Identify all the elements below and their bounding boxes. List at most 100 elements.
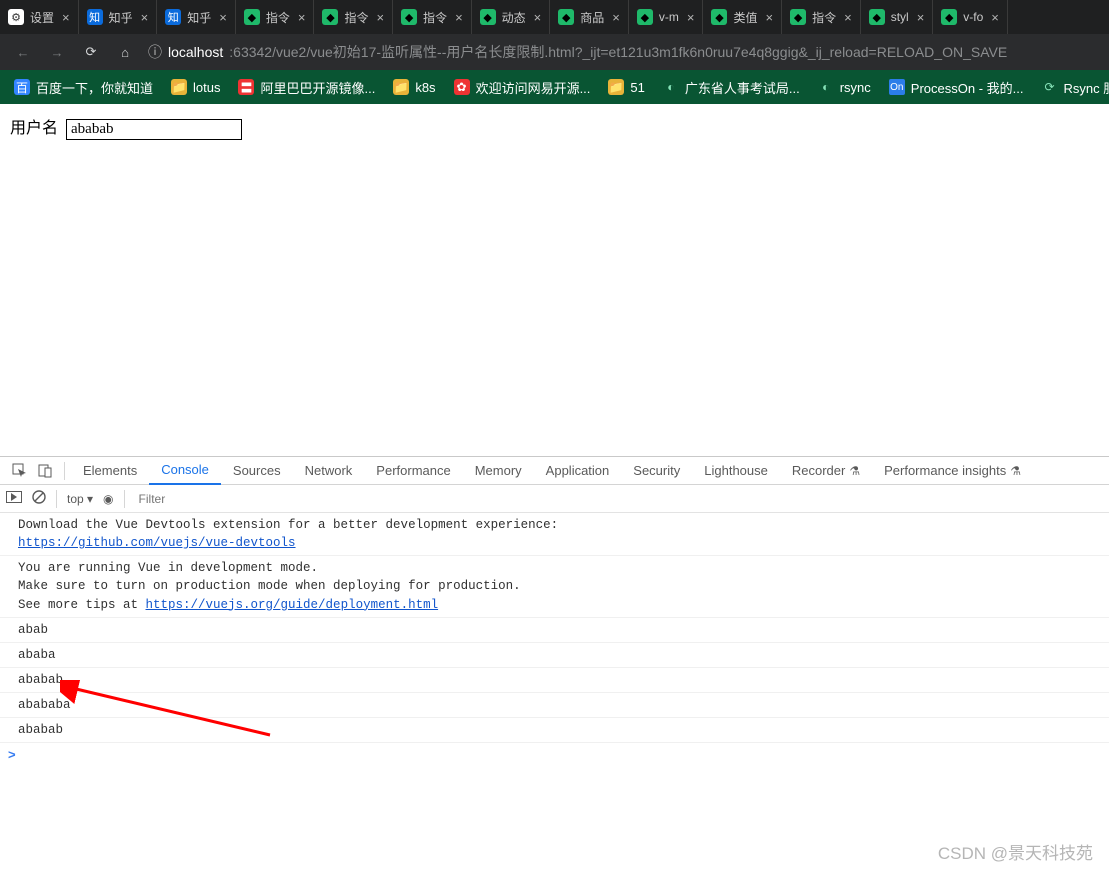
devtools-tab-application[interactable]: Application [534, 457, 622, 485]
tab-favicon: ◆ [711, 9, 727, 25]
tab-favicon: ◆ [322, 9, 338, 25]
devtools-tab-security[interactable]: Security [621, 457, 692, 485]
bookmark-icon: ⟳ [1041, 79, 1057, 95]
tab-title: 指令 [266, 9, 290, 26]
browser-tab[interactable]: ◆v-fo× [933, 0, 1008, 34]
close-icon[interactable]: × [991, 10, 999, 25]
home-button[interactable]: ⌂ [114, 45, 136, 60]
browser-tab[interactable]: ◆指令× [782, 0, 861, 34]
bookmark-icon: 百 [14, 79, 30, 95]
bookmark-item[interactable]: 百百度一下，你就知道 [14, 78, 153, 97]
close-icon[interactable]: × [455, 10, 463, 25]
bookmark-item[interactable]: ◐广东省人事考试局... [663, 78, 800, 97]
bookmarks-bar: 百百度一下，你就知道📁lotus〓阿里巴巴开源镜像...📁k8s✿欢迎访问网易开… [0, 70, 1109, 104]
tab-title: v-fo [963, 10, 983, 24]
bookmark-item[interactable]: ✿欢迎访问网易开源... [454, 78, 591, 97]
page-content: 用户名 [0, 104, 1109, 456]
console-log-line: abababa [0, 693, 1109, 718]
browser-tab[interactable]: ◆动态× [472, 0, 551, 34]
console-filter-input[interactable] [135, 490, 335, 508]
bookmark-item[interactable]: ◐ rsync [818, 79, 871, 95]
bookmark-label: 51 [630, 80, 644, 95]
devtools-tab-sources[interactable]: Sources [221, 457, 293, 485]
devtools-tab-performance[interactable]: Performance [364, 457, 462, 485]
bookmark-label: 百度一下，你就知道 [36, 78, 153, 97]
bookmark-label: k8s [415, 80, 435, 95]
toggle-sidebar-icon[interactable] [6, 491, 22, 506]
close-icon[interactable]: × [376, 10, 384, 25]
devtools-tab-memory[interactable]: Memory [463, 457, 534, 485]
bookmark-icon: 📁 [393, 79, 409, 95]
close-icon[interactable]: × [765, 10, 773, 25]
devtools-tab-network[interactable]: Network [293, 457, 365, 485]
tab-title: 动态 [502, 9, 526, 26]
username-input[interactable] [66, 119, 242, 140]
browser-tab[interactable]: ◆商品× [550, 0, 629, 34]
browser-tab[interactable]: ◆指令× [393, 0, 472, 34]
bookmark-label: 广东省人事考试局... [685, 78, 800, 97]
close-icon[interactable]: × [534, 10, 542, 25]
devtools-tab-console[interactable]: Console [149, 457, 221, 485]
browser-tab[interactable]: ⚙设置× [0, 0, 79, 34]
devtools-tab-elements[interactable]: Elements [71, 457, 149, 485]
close-icon[interactable]: × [62, 10, 70, 25]
tab-favicon: ◆ [244, 9, 260, 25]
eye-icon[interactable]: ◉ [103, 492, 113, 506]
bookmark-icon: ✿ [454, 79, 470, 95]
bookmark-label: lotus [193, 80, 220, 95]
separator [56, 490, 57, 508]
device-toggle-icon[interactable] [32, 463, 58, 478]
devtools-tab-lighthouse[interactable]: Lighthouse [692, 457, 780, 485]
back-button[interactable]: ← [12, 45, 34, 60]
close-icon[interactable]: × [687, 10, 695, 25]
separator [64, 462, 65, 480]
tab-favicon: ◆ [558, 9, 574, 25]
forward-button[interactable]: → [46, 45, 68, 60]
tab-favicon: 知 [87, 9, 103, 25]
close-icon[interactable]: × [917, 10, 925, 25]
reload-button[interactable]: ⟳ [80, 44, 102, 60]
tab-title: 知乎 [109, 9, 133, 26]
bookmark-icon: 📁 [608, 79, 624, 95]
tab-title: 指令 [344, 9, 368, 26]
tab-title: 知乎 [187, 9, 211, 26]
context-selector[interactable]: top ▾ [67, 492, 93, 506]
browser-tab[interactable]: ◆ 指令 × [236, 0, 315, 34]
bookmark-item[interactable]: 📁 k8s [393, 79, 435, 95]
close-icon[interactable]: × [298, 10, 306, 25]
clear-console-icon[interactable] [32, 490, 46, 507]
browser-tab[interactable]: 知知乎× [157, 0, 236, 34]
devtools-tab-recorder[interactable]: Recorder ⚗ [780, 457, 872, 485]
devtools-tab-performance-insights[interactable]: Performance insights ⚗ [872, 457, 1033, 485]
bookmark-item[interactable]: OnProcessOn - 我的... [889, 78, 1024, 97]
inspect-element-icon[interactable] [6, 463, 32, 478]
console-prompt[interactable]: > [0, 743, 1109, 766]
bookmark-label: rsync [840, 80, 871, 95]
site-info-icon[interactable]: ⓘ [148, 42, 162, 62]
console-log-line: ababa [0, 643, 1109, 668]
close-icon[interactable]: × [141, 10, 149, 25]
bookmark-item[interactable]: 📁 51 [608, 79, 644, 95]
browser-tab[interactable]: ◆ 指令 × [314, 0, 393, 34]
bookmark-icon: ◐ [818, 79, 834, 95]
devtools-tab-bar: ElementsConsoleSourcesNetworkPerformance… [0, 457, 1109, 485]
bookmark-item[interactable]: 📁lotus [171, 79, 220, 95]
bookmark-item[interactable]: ⟳Rsync 服务部署 [1041, 78, 1109, 97]
close-icon[interactable]: × [844, 10, 852, 25]
close-icon[interactable]: × [219, 10, 227, 25]
console-log-line: ababab [0, 668, 1109, 693]
browser-tab[interactable]: ◆ v-m × [629, 0, 704, 34]
console-log-line: You are running Vue in development mode.… [0, 556, 1109, 617]
browser-tab[interactable]: 知知乎 × [79, 0, 158, 34]
tab-favicon: ◆ [637, 9, 653, 25]
tab-title: v-m [659, 10, 679, 24]
separator [124, 490, 125, 508]
bookmark-item[interactable]: 〓阿里巴巴开源镜像... [238, 78, 375, 97]
browser-tab[interactable]: ◆类值× [703, 0, 782, 34]
bookmark-icon: On [889, 79, 905, 95]
close-icon[interactable]: × [612, 10, 620, 25]
browser-tab[interactable]: ◆styl× [861, 0, 934, 34]
experiment-icon: ⚗ [849, 464, 860, 478]
address-url[interactable]: ⓘ localhost:63342/vue2/vue初始17-监听属性--用户名… [148, 42, 1097, 62]
watermark: CSDN @景天科技苑 [938, 839, 1093, 864]
